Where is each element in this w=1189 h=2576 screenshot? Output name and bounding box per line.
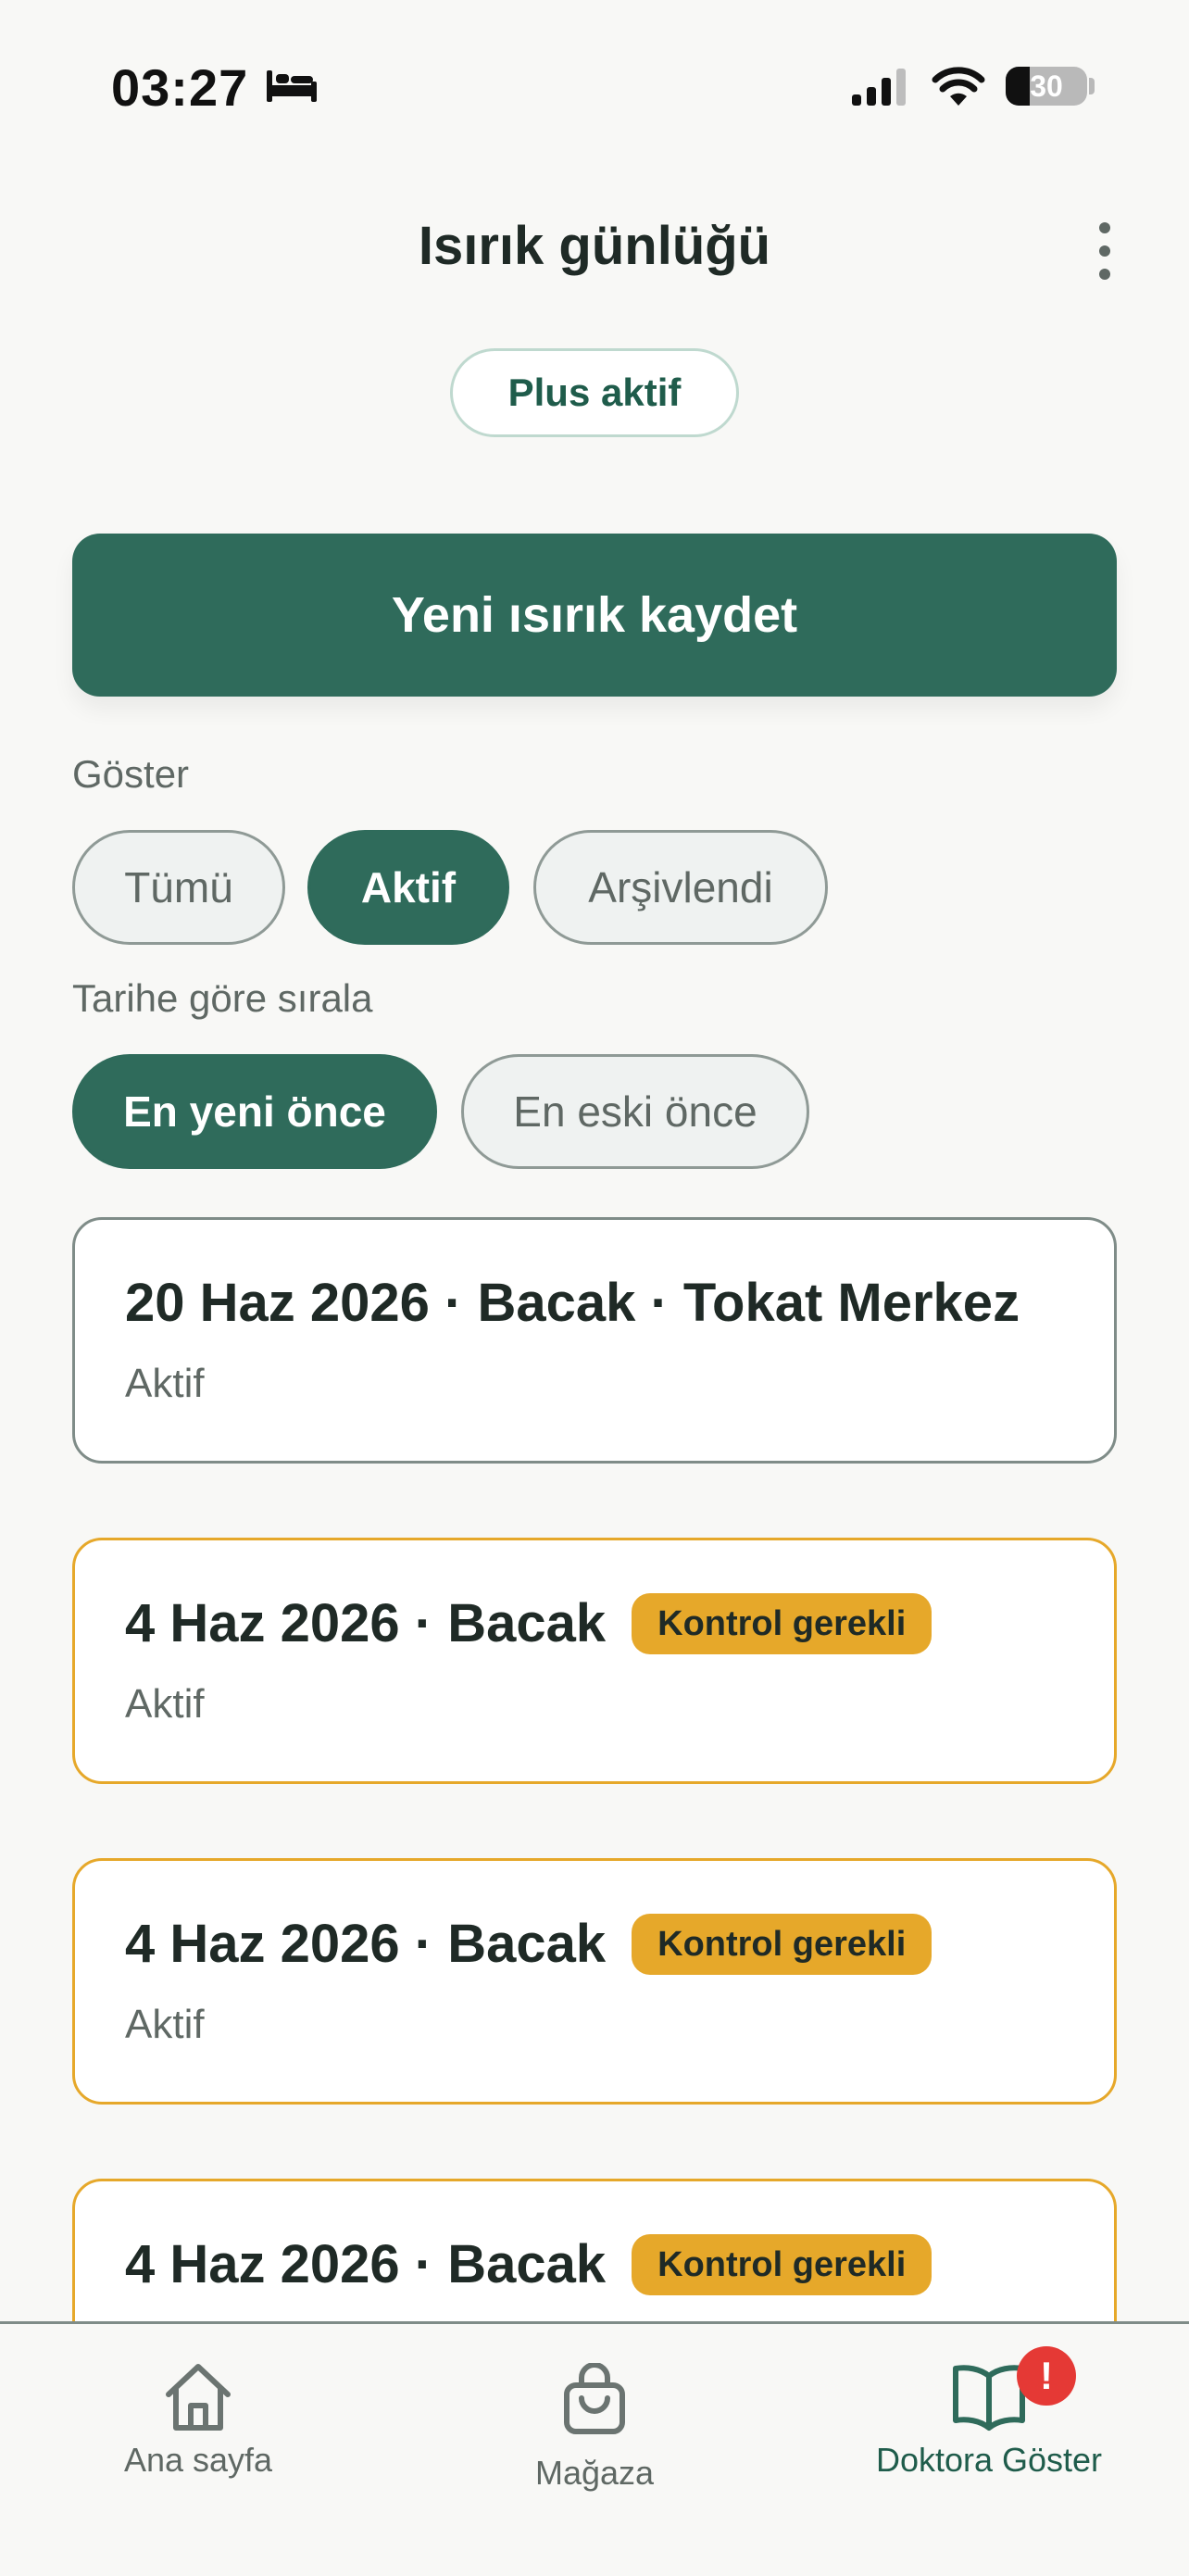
wifi-icon	[932, 67, 985, 106]
bite-entry-card[interactable]: 20 Haz 2026 · Bacak · Tokat Merkez Aktif	[72, 1217, 1117, 1464]
nav-show-doctor-label: Doktora Göster	[875, 2441, 1103, 2479]
status-bar: 03:27 30	[0, 0, 1189, 176]
filter-chip-archived[interactable]: Arşivlendi	[533, 830, 828, 945]
filter-chip-all[interactable]: Tümü	[72, 830, 285, 945]
nav-store[interactable]: Mağaza	[474, 2324, 715, 2576]
entry-title-text: 4 Haz 2026 · Bacak	[125, 2234, 607, 2294]
shopping-bag-icon	[564, 2363, 625, 2434]
entry-title: 4 Haz 2026 · Bacak Kontrol gerekli	[125, 1913, 932, 1975]
battery-cap	[1089, 78, 1095, 94]
sort-chip-oldest[interactable]: En eski önce	[461, 1054, 809, 1169]
show-filter-label: Göster	[72, 752, 190, 796]
new-bite-button[interactable]: Yeni ısırık kaydet	[72, 534, 1117, 697]
entry-status: Aktif	[125, 2002, 205, 2047]
entry-title-text: 4 Haz 2026 · Bacak	[125, 1593, 607, 1653]
cellular-signal-icon	[852, 69, 906, 106]
plus-status-badge[interactable]: Plus aktif	[450, 348, 739, 437]
bite-entry-card[interactable]: 4 Haz 2026 · Bacak Kontrol gerekli Aktif	[72, 1538, 1117, 1784]
open-book-icon	[953, 2365, 1025, 2431]
nav-home[interactable]: Ana sayfa	[78, 2324, 319, 2576]
check-required-badge: Kontrol gerekli	[632, 1913, 932, 1975]
bed-icon	[267, 70, 317, 102]
bite-entry-card[interactable]: 4 Haz 2026 · Bacak Kontrol gerekli Aktif	[72, 1858, 1117, 2105]
entry-title: 20 Haz 2026 · Bacak · Tokat Merkez	[125, 1272, 1020, 1334]
battery-icon: 30	[1006, 67, 1087, 106]
entry-title-text: 20 Haz 2026 · Bacak · Tokat Merkez	[125, 1273, 1020, 1333]
entry-title-text: 4 Haz 2026 · Bacak	[125, 1914, 607, 1974]
page-title: Isırık günlüğü	[418, 216, 771, 276]
alert-badge: !	[1017, 2346, 1076, 2406]
filter-chip-active[interactable]: Aktif	[307, 830, 509, 945]
nav-show-doctor[interactable]: ! Doktora Göster	[861, 2324, 1117, 2576]
sort-label: Tarihe göre sırala	[72, 976, 373, 1020]
nav-store-label: Mağaza	[534, 2454, 655, 2492]
more-vertical-icon[interactable]	[1089, 219, 1120, 283]
sort-chip-newest[interactable]: En yeni önce	[72, 1054, 437, 1169]
battery-percentage: 30	[1030, 69, 1063, 103]
entry-status: Aktif	[125, 1681, 205, 1727]
check-required-badge: Kontrol gerekli	[632, 1592, 932, 1654]
status-time: 03:27	[111, 58, 249, 117]
home-icon	[166, 2364, 231, 2431]
entry-status: Aktif	[125, 1361, 205, 1406]
entry-title: 4 Haz 2026 · Bacak Kontrol gerekli	[125, 1592, 932, 1654]
bottom-navigation: Ana sayfa Mağaza ! Doktora Göster	[0, 2321, 1189, 2573]
entry-title: 4 Haz 2026 · Bacak Kontrol gerekli	[125, 2233, 932, 2295]
nav-home-label: Ana sayfa	[123, 2441, 273, 2479]
check-required-badge: Kontrol gerekli	[632, 2233, 932, 2295]
